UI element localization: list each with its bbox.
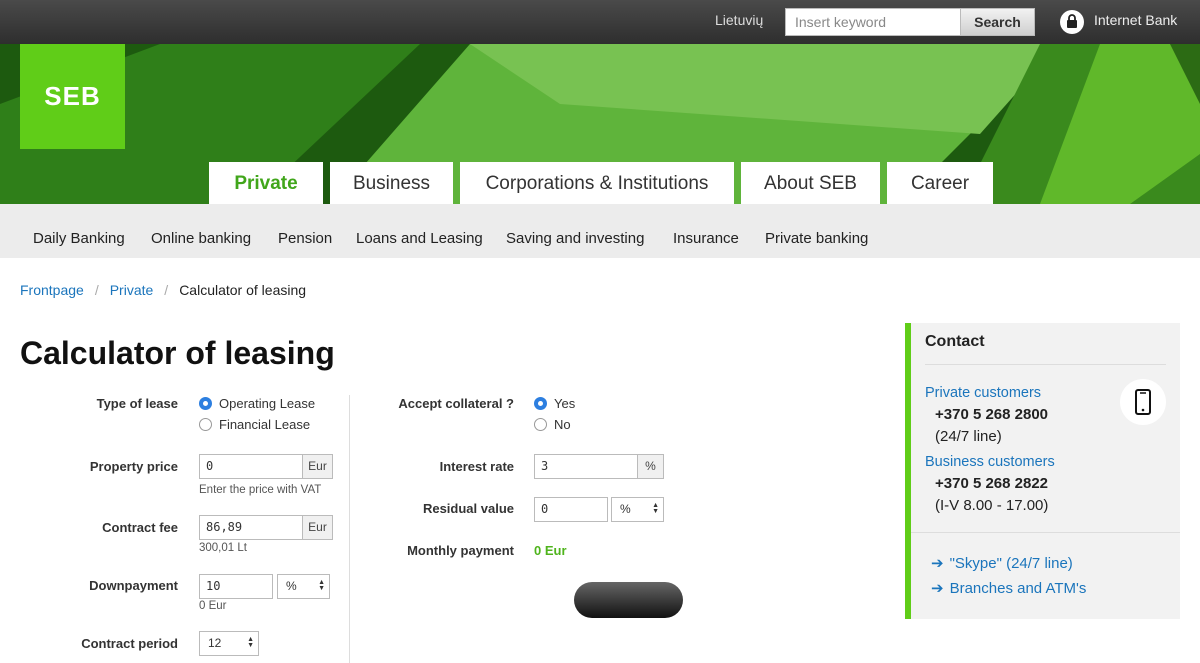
subnav-insurance[interactable]: Insurance — [673, 204, 739, 258]
monthly-payment-value: 0 Eur — [534, 543, 567, 558]
residual-value-unit-select[interactable]: % ▲ ▼ — [611, 497, 664, 522]
search-button[interactable]: Search — [961, 8, 1035, 36]
language-link[interactable]: Lietuvių — [715, 12, 763, 28]
downpayment-label: Downpayment — [89, 578, 178, 593]
monthly-payment-label: Monthly payment — [407, 543, 514, 558]
interest-rate-label: Interest rate — [439, 459, 514, 474]
branches-atm-link[interactable]: ➔ Branches and ATM's — [931, 579, 1086, 597]
branches-link-label: Branches and ATM's — [949, 580, 1087, 597]
contract-period-label: Contract period — [81, 636, 178, 651]
sub-navigation: Daily Banking Online banking Pension Loa… — [0, 204, 1200, 258]
calculate-button[interactable] — [574, 582, 683, 618]
select-arrows-icon: ▲ ▼ — [652, 502, 659, 515]
downpayment-input[interactable]: 10 — [199, 574, 273, 599]
contract-fee-unit: Eur — [303, 515, 333, 540]
internet-bank-link[interactable]: Internet Bank — [1094, 12, 1177, 28]
hero-banner: SEB Private Business Corporations & Inst… — [0, 44, 1200, 204]
interest-rate-unit: % — [638, 454, 664, 479]
business-phone[interactable]: +370 5 268 2822 — [935, 475, 1048, 492]
downpayment-unit-select[interactable]: % ▲ ▼ — [277, 574, 330, 599]
radio-label: Financial Lease — [219, 417, 311, 432]
residual-value-input[interactable]: 0 — [534, 497, 608, 522]
select-value: % — [286, 579, 297, 593]
radio-selected-icon[interactable] — [534, 397, 547, 410]
top-bar: Lietuvių Search Internet Bank — [0, 0, 1200, 44]
business-hours: (I-V 8.00 - 17.00) — [935, 497, 1049, 514]
tab-business[interactable]: Business — [330, 162, 453, 204]
downpayment-hint: 0 Eur — [199, 600, 227, 612]
tab-career[interactable]: Career — [887, 162, 993, 204]
search-input[interactable] — [785, 8, 961, 36]
type-of-lease-label: Type of lease — [96, 396, 178, 411]
breadcrumb-private[interactable]: Private — [110, 282, 154, 298]
accept-collateral-label: Accept collateral ? — [398, 396, 514, 411]
main-tabs: Private Business Corporations & Institut… — [209, 162, 993, 204]
private-phone[interactable]: +370 5 268 2800 — [935, 406, 1048, 423]
radio-financial-lease[interactable]: Financial Lease — [199, 417, 310, 432]
subnav-private-banking[interactable]: Private banking — [765, 204, 868, 258]
radio-operating-lease[interactable]: Operating Lease — [199, 396, 315, 411]
tab-corporations[interactable]: Corporations & Institutions — [460, 162, 734, 204]
skype-link[interactable]: ➔ "Skype" (24/7 line) — [931, 554, 1073, 572]
tab-about-seb[interactable]: About SEB — [741, 162, 880, 204]
subnav-loans-leasing[interactable]: Loans and Leasing — [356, 204, 483, 258]
business-customers-link[interactable]: Business customers — [925, 454, 1055, 470]
property-price-label: Property price — [89, 459, 178, 474]
select-value: % — [620, 502, 631, 516]
contact-panel: Contact Private customers +370 5 268 280… — [905, 323, 1180, 619]
property-price-hint: Enter the price with VAT — [199, 484, 322, 496]
divider — [925, 364, 1166, 365]
breadcrumb: Frontpage / Private / Calculator of leas… — [20, 282, 306, 298]
radio-label: Operating Lease — [219, 396, 316, 411]
residual-value-label: Residual value — [422, 501, 514, 516]
select-arrows-icon: ▲ ▼ — [247, 636, 254, 649]
mobile-phone-icon — [1120, 379, 1166, 425]
breadcrumb-separator: / — [94, 282, 99, 298]
column-divider — [349, 395, 350, 663]
radio-selected-icon[interactable] — [199, 397, 212, 410]
radio-unselected-icon[interactable] — [199, 418, 212, 431]
contract-fee-label: Contract fee — [102, 520, 178, 535]
page-title: Calculator of leasing — [20, 335, 335, 371]
radio-collateral-yes[interactable]: Yes — [534, 396, 575, 411]
subnav-online-banking[interactable]: Online banking — [151, 204, 251, 258]
radio-label: No — [554, 417, 571, 432]
arrow-right-icon: ➔ — [931, 580, 944, 597]
subnav-saving-investing[interactable]: Saving and investing — [506, 204, 644, 258]
subnav-daily-banking[interactable]: Daily Banking — [33, 204, 125, 258]
lock-icon[interactable] — [1060, 10, 1084, 34]
subnav-pension[interactable]: Pension — [278, 204, 332, 258]
breadcrumb-current: Calculator of leasing — [179, 282, 307, 298]
contract-fee-input[interactable]: 86,89 — [199, 515, 303, 540]
select-arrows-icon: ▲ ▼ — [318, 579, 325, 592]
radio-label: Yes — [554, 396, 576, 411]
radio-collateral-no[interactable]: No — [534, 417, 571, 432]
private-hours: (24/7 line) — [935, 428, 1002, 445]
breadcrumb-frontpage[interactable]: Frontpage — [20, 282, 84, 298]
contact-title: Contact — [925, 333, 985, 350]
contract-fee-hint: 300,01 Lt — [199, 542, 247, 554]
private-customers-link[interactable]: Private customers — [925, 385, 1041, 401]
select-value: 12 — [208, 636, 222, 650]
interest-rate-input[interactable]: 3 — [534, 454, 638, 479]
skype-link-label: "Skype" (24/7 line) — [949, 555, 1073, 572]
property-price-unit: Eur — [303, 454, 333, 479]
radio-unselected-icon[interactable] — [534, 418, 547, 431]
breadcrumb-separator: / — [164, 282, 169, 298]
property-price-input[interactable]: 0 — [199, 454, 303, 479]
tab-private[interactable]: Private — [209, 162, 323, 204]
contract-period-select[interactable]: 12 ▲ ▼ — [199, 631, 259, 656]
divider — [911, 532, 1180, 533]
arrow-right-icon: ➔ — [931, 555, 944, 572]
seb-logo[interactable]: SEB — [20, 44, 125, 149]
